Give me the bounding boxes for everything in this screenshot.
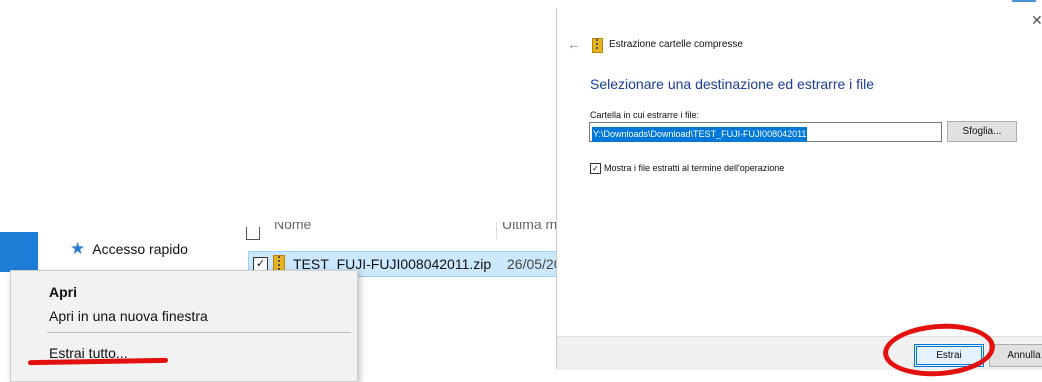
destination-label: Cartella in cui estrarre i file: [590, 110, 700, 120]
dialog-title: Estrazione cartelle compresse [609, 39, 743, 50]
show-files-option[interactable]: ✓ Mostra i file estratti al termine dell… [590, 161, 784, 175]
context-menu: Apri Apri in una nuova finestra Estrai t… [10, 270, 358, 382]
cancel-button[interactable]: Annulla [989, 344, 1042, 367]
file-date: 26/05/20 [507, 256, 557, 272]
menu-item-open[interactable]: Apri [49, 281, 77, 303]
top-accent-line [1012, 0, 1036, 2]
browse-button[interactable]: Sfoglia... [947, 121, 1017, 142]
show-files-checkbox[interactable]: ✓ [590, 162, 601, 174]
column-header-name[interactable]: Nome [274, 222, 311, 232]
dialog-heading: Selezionare una destinazione ed estrarre… [590, 76, 875, 92]
select-all-checkbox[interactable] [246, 227, 260, 240]
close-icon[interactable]: ✕ [1031, 12, 1042, 29]
file-list-header: Nome Ultima m [242, 222, 558, 240]
column-separator[interactable] [496, 222, 497, 240]
show-files-label: Mostra i file estratti al termine dell'o… [604, 163, 785, 173]
destination-input[interactable]: Y:\Downloads\Download\TEST_FUJI-FUJI0080… [589, 122, 942, 142]
nav-accent-bar [0, 232, 38, 272]
extract-dialog: ✕ ← Estrazione cartelle compresse Selezi… [556, 8, 1042, 380]
column-header-date[interactable]: Ultima m [502, 222, 557, 232]
menu-item-open-new-window[interactable]: Apri in una nuova finestra [49, 305, 208, 327]
back-arrow-icon[interactable]: ← [567, 36, 581, 52]
destination-input-value: Y:\Downloads\Download\TEST_FUJI-FUJI0080… [592, 127, 808, 142]
menu-separator [47, 332, 351, 333]
annotation-circle [881, 320, 997, 380]
quick-access-label: Accesso rapido [92, 241, 188, 257]
zip-folder-icon [592, 38, 603, 53]
star-icon: ★ [70, 239, 86, 258]
nav-item-quick-access[interactable]: ★ Accesso rapido [70, 239, 188, 259]
